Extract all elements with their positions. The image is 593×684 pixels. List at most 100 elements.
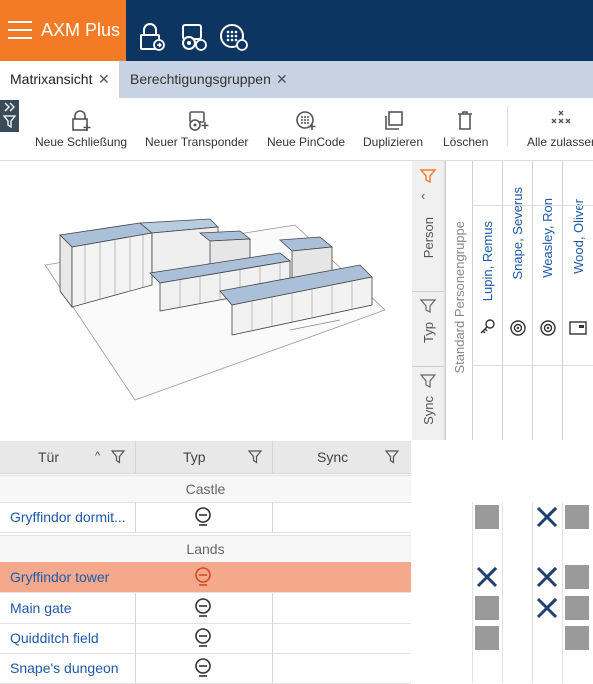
delete-button[interactable]: Löschen (443, 104, 489, 150)
tab-label: Berechtigungsgruppen (130, 71, 271, 87)
access-granted-cell[interactable] (565, 565, 589, 589)
revoked-cross-icon (536, 506, 558, 528)
table-row-selected[interactable]: Gryffindor tower (0, 562, 411, 593)
pincode-sync-icon[interactable] (220, 23, 248, 51)
door-name[interactable]: Snape's dungeon (10, 660, 119, 676)
type-column-header[interactable]: Typ (183, 441, 206, 473)
door-name[interactable]: Main gate (10, 600, 71, 616)
access-revoked-cell[interactable] (535, 505, 559, 529)
door-filter-icon[interactable] (110, 450, 126, 464)
matrix-grid-line (562, 502, 563, 683)
person-name: Lupin, Remus (480, 221, 495, 302)
lock-type-icon (195, 567, 211, 586)
lock-type-icon (195, 598, 211, 617)
allow-all-button[interactable]: Alle zulassen (527, 104, 593, 150)
person-column-wood[interactable]: Wood, Oliver (562, 161, 593, 440)
person-filter-active-icon[interactable] (419, 169, 437, 184)
sync-column-filter-icon[interactable] (384, 450, 400, 464)
table-row[interactable]: Quidditch field (0, 623, 411, 654)
new-lock-icon (72, 110, 91, 131)
door-name[interactable]: Quidditch field (10, 630, 99, 646)
table-row[interactable]: Snape's dungeon (0, 653, 411, 684)
close-tab-icon[interactable]: ✕ (98, 61, 110, 98)
person-filter-label: Person (421, 217, 436, 259)
new-lock-button[interactable]: Neue Schließung (35, 104, 127, 150)
person-name: Weasley, Ron (540, 198, 555, 278)
revoked-cross-icon (476, 566, 498, 588)
access-granted-cell[interactable] (565, 505, 589, 529)
typ-filter-icon[interactable] (419, 299, 437, 313)
column-divider (135, 441, 136, 473)
new-transponder-icon (189, 111, 209, 131)
door-name[interactable]: Gryffindor tower (10, 569, 109, 585)
column-divider (272, 593, 273, 683)
person-name: Snape, Severus (510, 187, 525, 280)
door-name[interactable]: Gryffindor dormit... (10, 509, 126, 525)
typ-filter-label: Typ (421, 322, 436, 343)
matrix-grid-line (472, 502, 473, 683)
access-granted-cell[interactable] (475, 626, 499, 650)
access-granted-cell[interactable] (475, 505, 499, 529)
access-revoked-cell[interactable] (535, 565, 559, 589)
sidebar-filter-toggle[interactable] (0, 100, 19, 132)
tab-berechtigungsgruppen[interactable]: Berechtigungsgruppen ✕ (121, 61, 296, 98)
hamburger-menu-icon[interactable] (8, 20, 32, 40)
person-filter[interactable]: Person (412, 205, 444, 290)
tag-icon (540, 320, 556, 336)
new-pincode-button[interactable]: Neue PinCode (267, 104, 345, 150)
group-header-lands[interactable]: Lands (0, 535, 411, 563)
allow-all-label: Alle zulassen (527, 135, 593, 149)
sync-column-header[interactable]: Sync (317, 441, 348, 473)
lock-type-icon (195, 658, 211, 677)
person-column-weasley[interactable]: Weasley, Ron (532, 161, 563, 440)
lock-sync-icon[interactable] (138, 23, 166, 51)
group-column-header[interactable]: Standard Personengruppe (445, 161, 473, 440)
lock-type-icon (195, 628, 211, 647)
typ-filter[interactable]: Typ (412, 316, 444, 362)
header-rule (473, 365, 593, 366)
new-pincode-label: Neue PinCode (267, 135, 346, 149)
sort-ascending-icon[interactable]: ^ (95, 449, 100, 463)
lock-type-icon (195, 507, 211, 526)
access-granted-cell[interactable] (565, 596, 589, 620)
expand-filter-icon[interactable] (2, 102, 17, 130)
filter-separator (412, 291, 444, 292)
close-tab-icon[interactable]: ✕ (276, 61, 288, 98)
matrix-grid-line (502, 502, 503, 683)
group-header-castle[interactable]: Castle (0, 475, 411, 503)
person-name: Wood, Oliver (571, 199, 586, 274)
allow-all-icon (551, 110, 571, 124)
column-divider (135, 593, 136, 683)
card-icon (569, 321, 587, 335)
access-revoked-cell[interactable] (535, 596, 559, 620)
sync-filter[interactable]: Sync (412, 392, 444, 436)
sync-filter-icon[interactable] (419, 374, 437, 388)
access-granted-cell[interactable] (475, 596, 499, 620)
table-row[interactable]: Gryffindor dormit... (0, 502, 411, 533)
tag-icon (510, 320, 526, 336)
person-column-snape[interactable]: Snape, Severus (502, 161, 533, 440)
key-icon (480, 319, 495, 334)
column-divider (272, 441, 273, 473)
tab-matrixansicht[interactable]: Matrixansicht ✕ (0, 61, 119, 98)
transponder-sync-icon[interactable] (179, 23, 207, 51)
filter-separator (412, 366, 444, 367)
duplicate-button[interactable]: Duplizieren (363, 104, 425, 150)
tab-label: Matrixansicht (10, 71, 93, 87)
trash-icon (458, 111, 472, 130)
new-lock-label: Neue Schließung (35, 135, 128, 149)
duplicate-icon (385, 111, 403, 130)
door-column-header[interactable]: Tür (38, 441, 59, 473)
person-column-lupin[interactable]: Lupin, Remus (472, 161, 503, 440)
type-filter-icon[interactable] (247, 450, 263, 464)
new-transponder-label: Neuer Transponder (145, 135, 249, 149)
table-row[interactable]: Main gate (0, 593, 411, 624)
access-revoked-cell[interactable] (475, 565, 499, 589)
column-divider (272, 502, 273, 532)
access-granted-cell[interactable] (565, 626, 589, 650)
revoked-cross-icon (536, 597, 558, 619)
matrix-grid-line (532, 502, 533, 683)
new-transponder-button[interactable]: Neuer Transponder (145, 104, 249, 150)
delete-label: Löschen (443, 135, 489, 149)
collapse-chevron-icon[interactable]: ‹ (421, 188, 425, 203)
